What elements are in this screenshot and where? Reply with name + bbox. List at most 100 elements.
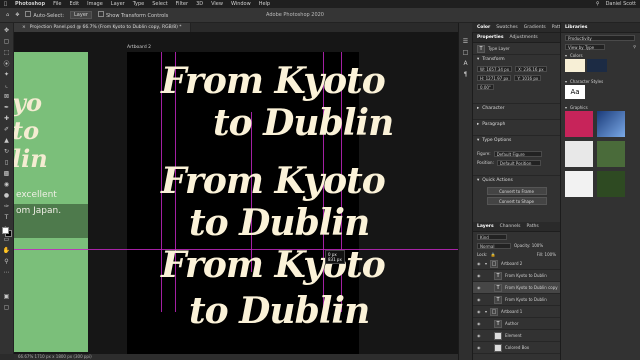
history-icon[interactable]: ☰	[462, 37, 470, 45]
search-icon[interactable]: ⚲	[633, 44, 636, 49]
tab-swatches[interactable]: Swatches	[496, 25, 518, 30]
document-tab[interactable]: × Projection Panel.psd @ 66.7% (From Kyot…	[14, 23, 191, 32]
pen-icon[interactable]: ✑	[3, 202, 11, 210]
angle-field[interactable]: 0.00°	[477, 83, 494, 90]
visibility-eye-icon[interactable]: ◉	[477, 261, 482, 266]
graphic-thumb-pink-logo[interactable]	[565, 111, 593, 137]
menu-file[interactable]: File	[53, 1, 61, 7]
library-swatch-navy[interactable]	[587, 59, 607, 72]
script-text-line[interactable]: to Dublin	[189, 202, 370, 244]
tab-gradients[interactable]: Gradients	[524, 25, 546, 30]
height-field[interactable]: H: 1271.97 px	[477, 74, 512, 81]
library-swatch-cream[interactable]	[565, 59, 585, 72]
lock-icon[interactable]: 🔒	[490, 252, 495, 257]
canvas-area[interactable]: Artboard 2 yo to lin excellent om Japan.…	[14, 32, 458, 354]
screen-mode-icon[interactable]: ▢	[3, 303, 11, 311]
layer-row[interactable]: ◉ Colored Box	[473, 342, 560, 354]
healing-icon[interactable]: ✚	[3, 114, 11, 122]
menu-photoshop[interactable]: Photoshop	[15, 1, 45, 7]
layer-row[interactable]: ◉ ▾ □ Artboard 1	[473, 306, 560, 318]
script-text-line[interactable]: to Dublin	[189, 290, 370, 332]
visibility-eye-icon[interactable]: ◉	[477, 297, 482, 302]
layer-kind-filter[interactable]: Kind	[477, 233, 507, 240]
tab-properties[interactable]: Properties	[477, 35, 504, 40]
transform-controls-checkbox[interactable]	[97, 11, 104, 17]
tab-libraries[interactable]: Libraries	[565, 25, 587, 30]
brush-icon[interactable]: ✐	[3, 125, 11, 133]
blur-icon[interactable]: ◉	[3, 180, 11, 188]
figure-dropdown[interactable]: Default Figure	[493, 150, 542, 157]
zoom-icon[interactable]: ⚲	[3, 257, 11, 265]
hand-icon[interactable]: ✋	[3, 246, 11, 254]
tab-channels[interactable]: Channels	[500, 224, 521, 229]
menu-image[interactable]: Image	[87, 1, 103, 7]
convert-to-shape-button[interactable]: Convert to Shape	[486, 197, 547, 205]
graphic-thumb-blue-wave[interactable]	[597, 111, 625, 137]
menu-window[interactable]: Window	[231, 1, 251, 7]
guide-horizontal[interactable]	[14, 249, 458, 250]
dodge-icon[interactable]: ●	[3, 191, 11, 199]
marquee-icon[interactable]: ⬚	[3, 48, 11, 56]
home-icon[interactable]: ⌂	[6, 12, 9, 18]
graphic-thumb-flower[interactable]	[565, 171, 593, 197]
opacity-field[interactable]: Opacity: 100%	[514, 243, 543, 248]
comments-icon[interactable]: □	[462, 48, 470, 56]
type-icon[interactable]: T	[3, 213, 11, 221]
foreground-color-swatch[interactable]	[2, 227, 9, 234]
quick-select-icon[interactable]: ✦	[3, 70, 11, 78]
tab-layers[interactable]: Layers	[477, 224, 494, 229]
menu-filter[interactable]: Filter	[176, 1, 188, 7]
graphic-thumb-coffee[interactable]	[597, 141, 625, 167]
y-field[interactable]: Y: 1016 px	[514, 74, 542, 81]
char-style-tile[interactable]: Aa	[565, 85, 585, 99]
chevron-down-icon[interactable]: ▾	[485, 261, 487, 266]
tab-paths[interactable]: Paths	[526, 224, 538, 229]
gradient-icon[interactable]: ▩	[3, 169, 11, 177]
library-dropdown[interactable]: Productivity	[565, 34, 635, 41]
lasso-icon[interactable]: ⦿	[3, 59, 11, 68]
layer-row[interactable]: ◉ Element	[473, 330, 560, 342]
more-tools-icon[interactable]: ⋯	[3, 268, 11, 276]
quick-mask-icon[interactable]: ▣	[3, 292, 11, 300]
auto-select-dropdown[interactable]: Layer	[70, 11, 92, 19]
script-text-line[interactable]: From Kyoto	[161, 244, 386, 286]
move-tool-icon[interactable]: ✥	[15, 12, 19, 18]
artboard-2[interactable]: From Kyoto to Dublin From Kyoto to Dubli…	[127, 52, 394, 354]
visibility-eye-icon[interactable]: ◉	[477, 309, 482, 314]
position-dropdown[interactable]: Default Position	[496, 159, 541, 166]
convert-to-frame-button[interactable]: Convert to Frame	[486, 187, 547, 195]
chevron-down-icon[interactable]: ▾	[485, 309, 487, 314]
tab-adjustments[interactable]: Adjustments	[510, 35, 538, 40]
artboard-icon[interactable]: ▢	[3, 37, 11, 45]
eraser-icon[interactable]: ▯	[3, 158, 11, 166]
artboard-2-label[interactable]: Artboard 2	[127, 45, 151, 50]
character-section[interactable]: ▸ Character	[473, 103, 560, 113]
menu-select[interactable]: Select	[152, 1, 167, 7]
menu-layer[interactable]: Layer	[111, 1, 125, 7]
visibility-eye-icon[interactable]: ◉	[477, 333, 482, 338]
menu-edit[interactable]: Edit	[69, 1, 79, 7]
user-name[interactable]: Daniel Scott	[606, 1, 636, 7]
tab-color[interactable]: Color	[477, 25, 490, 30]
doc-close-icon[interactable]: ×	[22, 25, 26, 30]
paragraph-style-icon[interactable]: ¶	[462, 70, 470, 78]
layer-row[interactable]: ◉ T Author	[473, 318, 560, 330]
view-by-dropdown[interactable]: View by Type	[565, 43, 605, 50]
menu-view[interactable]: View	[211, 1, 223, 7]
apple-icon[interactable]: 	[4, 1, 7, 7]
menu-3d[interactable]: 3D	[196, 1, 203, 7]
history-brush-icon[interactable]: ↻	[3, 147, 11, 155]
x-field[interactable]: X: 236.16 px	[515, 65, 547, 72]
layer-row[interactable]: ◉ T From Kyoto to Dublin	[473, 270, 560, 282]
transform-section[interactable]: ▾ Transform	[473, 54, 560, 64]
script-text-line[interactable]: From Kyoto	[161, 60, 386, 102]
graphic-thumb-plant[interactable]	[597, 171, 625, 197]
search-icon[interactable]: ⚲	[596, 1, 600, 7]
glyphs-icon[interactable]: A	[462, 59, 470, 67]
visibility-eye-icon[interactable]: ◉	[477, 285, 482, 290]
layer-row[interactable]: ◉ ▾ □ Artboard 2	[473, 258, 560, 270]
type-options-section[interactable]: ▾ Type Options	[473, 135, 560, 145]
graphic-thumb-pattern[interactable]	[565, 141, 593, 167]
artboard-1[interactable]: yo to lin excellent om Japan.	[14, 52, 88, 352]
auto-select-checkbox[interactable]	[25, 11, 32, 17]
